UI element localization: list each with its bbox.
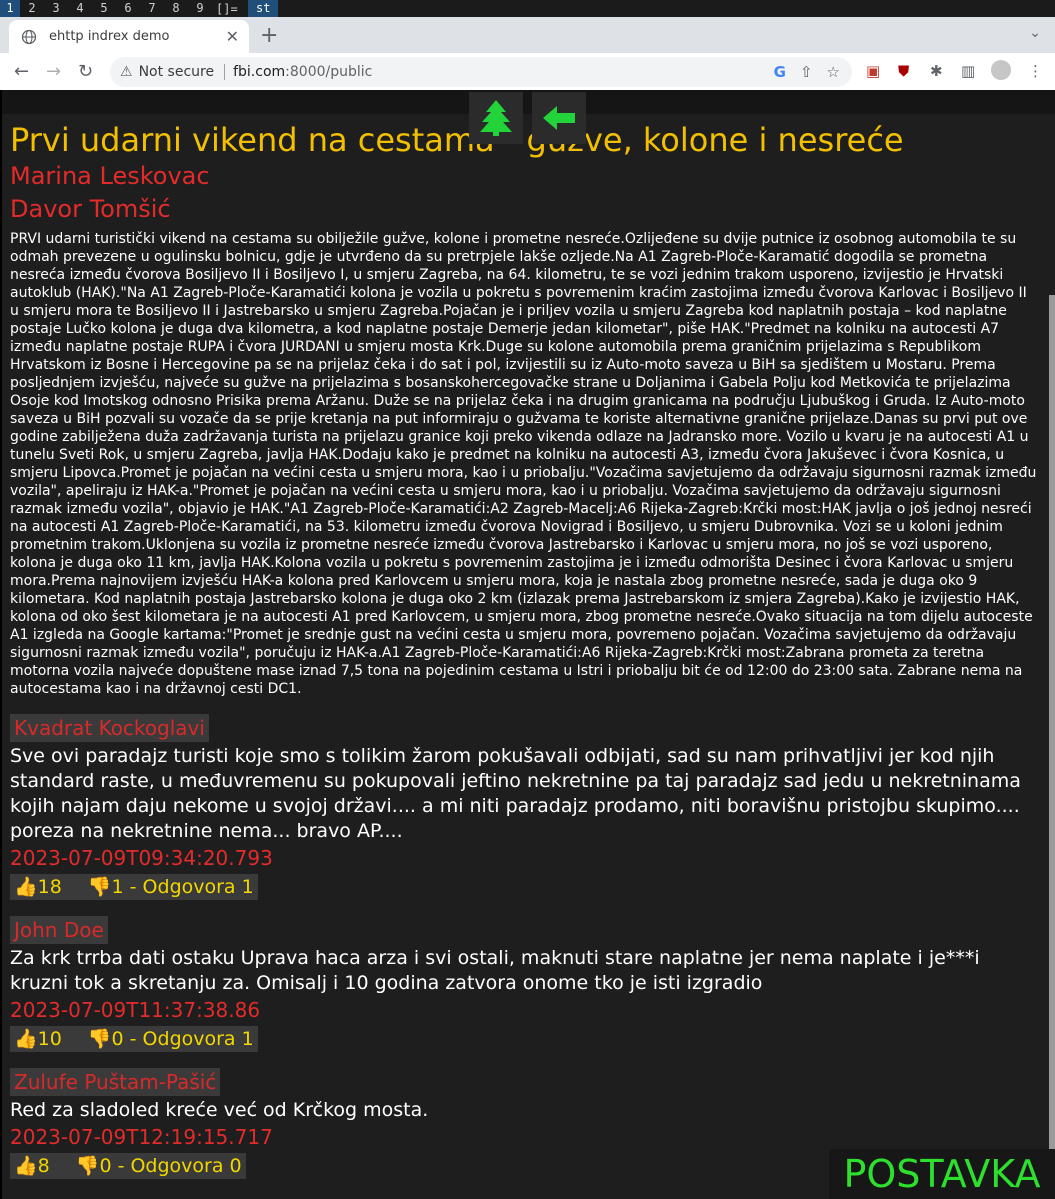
workspace-9[interactable]: 9 [188,0,212,17]
workspace-1[interactable]: 1 [0,0,20,17]
reload-icon[interactable]: ↻ [78,61,93,82]
profile-avatar[interactable] [991,60,1011,80]
article-title: Prvi udarni vikend na cestama - gužve, k… [10,121,904,159]
like-count: 10 [37,1028,62,1050]
comment-author[interactable]: Zulufe Puštam-Pašić [10,1068,221,1096]
comment-votes: 👍10 👎0 - Odgovora 1 [10,1026,258,1052]
comment-date: 2023-07-09T11:37:38.86 [10,998,261,1022]
extension-icon[interactable]: ▣ [866,62,880,80]
thumbs-down-icon[interactable]: 👎 [88,1028,112,1050]
workspace-8[interactable]: 8 [164,0,188,17]
new-tab-icon[interactable]: + [260,23,278,48]
workspace-3[interactable]: 3 [44,0,68,17]
ublock-icon[interactable]: ⛊ [898,62,909,80]
security-label[interactable]: Not secure [139,64,215,80]
tab-title: ehttp indrex demo [49,29,170,44]
thumbs-down-icon[interactable]: 👎 [76,1155,100,1177]
close-tab-icon[interactable]: ✕ [226,27,239,46]
thumbs-down-icon[interactable]: 👎 [88,876,112,898]
workspace-5[interactable]: 5 [92,0,116,17]
workspace-4[interactable]: 4 [68,0,92,17]
dislike-count[interactable]: 0 - Odgovora 1 [112,1028,254,1050]
layout-indicator: []= [216,1,238,16]
top-band [2,90,1055,114]
address-bar[interactable]: ⚠ Not secure fbi.com:8000/public G ⇧ ☆ [110,57,852,87]
comment-text: Za krk trrba dati ostaku Uprava haca arz… [10,947,980,994]
chevron-down-icon[interactable]: ⌄ [1029,25,1041,41]
window-manager-bar: 1 2 3 4 5 6 7 8 9 []= st [0,0,1055,17]
warning-icon[interactable]: ⚠ [120,64,133,80]
comment-text: Sve ovi paradajz turisti koje smo s toli… [10,745,1021,842]
comment-author[interactable]: Kvadrat Kockoglavi [10,714,209,742]
article-author: Marina Leskovac [10,162,210,190]
comment: Kvadrat Kockoglavi Sve ovi paradajz turi… [10,714,1040,900]
omnibox-icons: G ⇧ ☆ [774,63,840,81]
puzzle-icon[interactable]: ✱ [930,62,943,80]
scrollbar[interactable] [1049,295,1055,1199]
menu-icon[interactable]: ⋮ [1028,62,1043,80]
sidebar-icon[interactable]: ▥ [961,62,975,80]
comment: John Doe Za krk trrba dati ostaku Uprava… [10,916,1040,1052]
postavka-button[interactable]: POSTAVKA [829,1149,1055,1199]
dislike-count[interactable]: 1 - Odgovora 1 [112,876,254,898]
article: Prvi udarni vikend na cestama - gužve, k… [10,120,1040,1179]
comment-votes: 👍8 👎0 - Odgovora 0 [10,1153,246,1179]
globe-icon [21,29,37,44]
comment-author[interactable]: John Doe [10,916,108,944]
comment-votes: 👍18 👎1 - Odgovora 1 [10,874,258,900]
tree-button[interactable] [469,92,523,144]
workspace-2[interactable]: 2 [20,0,44,17]
dislike-count[interactable]: 0 - Odgovora 0 [99,1155,241,1177]
thumbs-up-icon[interactable]: 👍 [14,1028,38,1050]
google-icon[interactable]: G [774,63,786,81]
thumbs-up-icon[interactable]: 👍 [14,876,38,898]
share-icon[interactable]: ⇧ [800,63,813,81]
comment-date: 2023-07-09T12:19:15.717 [10,1125,273,1149]
article-author: Davor Tomšić [10,195,171,223]
arrow-left-icon [543,106,575,130]
divider [224,64,226,80]
workspace-7[interactable]: 7 [140,0,164,17]
like-count: 8 [37,1155,50,1177]
url-text[interactable]: fbi.com:8000/public [233,64,372,80]
star-icon[interactable]: ☆ [827,63,840,81]
forward-icon[interactable]: → [46,61,61,82]
comment-text: Red za sladoled kreće već od Krčkog most… [10,1099,429,1121]
browser-toolbar: ← → ↻ ⚠ Not secure fbi.com:8000/public G… [0,53,1055,92]
back-icon[interactable]: ← [14,61,29,82]
back-button[interactable] [532,92,586,144]
thumbs-up-icon[interactable]: 👍 [14,1155,38,1177]
article-body: PRVI udarni turistički vikend na cestama… [10,231,1037,697]
comment-date: 2023-07-09T09:34:20.793 [10,846,273,870]
tree-icon [480,100,512,136]
page-viewport: Prvi udarni vikend na cestama - gužve, k… [0,90,1055,1199]
tab-strip: ehttp indrex demo ✕ + ⌄ [0,17,1055,53]
browser-tab[interactable]: ehttp indrex demo ✕ [9,20,249,53]
workspace-6[interactable]: 6 [116,0,140,17]
like-count: 18 [37,876,62,898]
window-title: st [248,0,279,17]
